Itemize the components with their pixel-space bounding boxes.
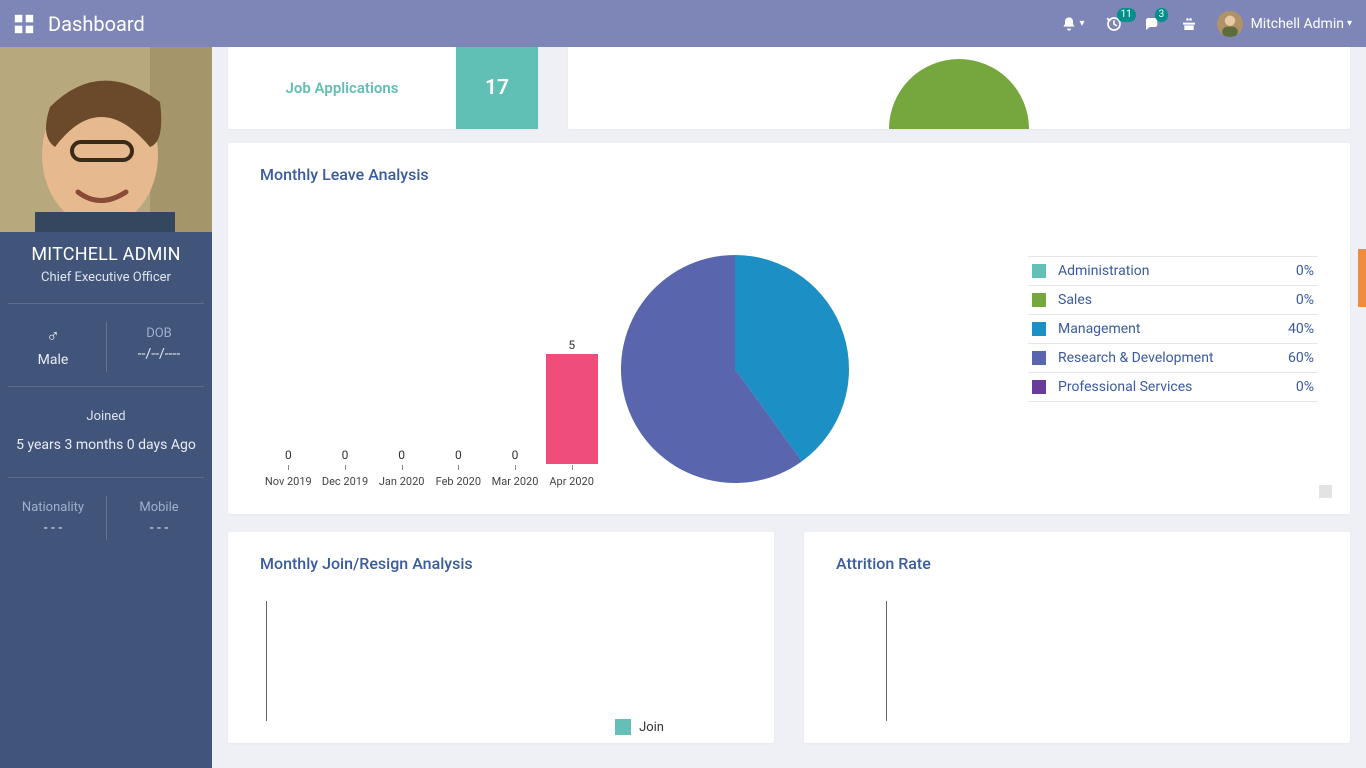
profile-name: MITCHELL ADMIN [0,244,212,265]
notifications-button[interactable]: ▾ [1061,16,1085,32]
bar-value: 0 [455,448,462,462]
bar-value: 5 [568,338,575,352]
main-layout: MITCHELL ADMIN Chief Executive Officer ♂… [0,47,1366,768]
legend-label: Sales [1058,292,1092,308]
stat-row: Job Applications 17 [228,47,1350,129]
gift-icon [1181,16,1197,32]
male-icon: ♂ [0,326,106,347]
bar-category: Mar 2020 [486,475,544,488]
legend-percent: 60% [1288,350,1314,366]
bar [546,354,598,464]
bottom-row: Monthly Join/Resign Analysis Join Attrit… [228,532,1350,743]
range-handle[interactable] [1358,249,1366,307]
legend-percent: 40% [1288,321,1314,337]
mobile-label: Mobile [106,500,212,515]
legend-swatch-icon [1032,264,1046,278]
bar-category: Nov 2019 [259,475,317,488]
legend-row[interactable]: Management 40% [1028,314,1318,343]
attrition-title: Attrition Rate [836,554,1318,573]
legend-row[interactable]: Sales 0% [1028,285,1318,314]
legend-label: Administration [1058,263,1149,279]
join-legend: Join [615,719,664,735]
nationality-value: - - - [0,520,106,536]
divider [8,303,204,304]
joined-block: Joined 5 years 3 months 0 days Ago [0,409,212,459]
leave-analysis-card: Monthly Leave Analysis Nov 2019Dec 2019J… [228,143,1350,514]
profile-info-row: ♂ Male DOB --/--/---- [0,326,212,368]
legend-swatch-icon [1032,351,1046,365]
content-area[interactable]: Job Applications 17 Monthly Leave Analys… [212,47,1366,768]
join-resign-card: Monthly Join/Resign Analysis Join [228,532,774,743]
avatar-icon [1217,11,1243,37]
join-resign-chart [266,601,742,721]
job-applications-label: Job Applications [228,47,456,129]
topnav: Dashboard ▾ 11 3 Mitchell Admin ▾ [0,0,1366,47]
profile-role: Chief Executive Officer [0,270,212,285]
chat-badge: 3 [1155,8,1169,22]
user-menu-label: Mitchell Admin [1251,16,1344,32]
page-title: Dashboard [48,12,145,36]
legend-label: Professional Services [1058,379,1192,395]
dob-cell: DOB --/--/---- [106,326,212,368]
joined-label: Joined [0,409,212,424]
mobile-value: - - - [106,520,212,536]
leave-pie-chart [620,254,850,484]
leave-body: Nov 2019Dec 2019Jan 2020Feb 2020Mar 2020… [260,244,1318,494]
bar-category: Feb 2020 [429,475,487,488]
legend-swatch-icon [1032,380,1046,394]
legend-row[interactable]: Research & Development 60% [1028,343,1318,372]
bell-icon [1061,16,1077,32]
nationality-cell: Nationality - - - [0,500,106,536]
leave-section-title: Monthly Leave Analysis [260,165,1318,184]
divider [8,477,204,478]
bar-value: 0 [398,448,405,462]
apps-icon[interactable] [14,14,34,34]
dob-label: DOB [106,326,212,341]
gender-value: Male [0,352,106,368]
leave-legend: Administration 0% Sales 0% Management 40% Rese… [1028,256,1318,402]
pie-icon [889,59,1029,129]
activity-badge: 11 [1117,8,1136,22]
bar-category: Dec 2019 [316,475,374,488]
gift-button[interactable] [1181,16,1197,32]
join-resign-title: Monthly Join/Resign Analysis [260,554,742,573]
bar-category: Jan 2020 [373,475,431,488]
caret-down-icon: ▾ [1347,18,1352,29]
legend-row[interactable]: Professional Services 0% [1028,372,1318,402]
bar-category: Apr 2020 [543,475,601,488]
legend-row[interactable]: Administration 0% [1028,256,1318,285]
attrition-chart [886,601,1318,721]
profile-info-row: Nationality - - - Mobile - - - [0,500,212,536]
mobile-cell: Mobile - - - [106,500,212,536]
legend-swatch-icon [1032,293,1046,307]
divider [8,386,204,387]
caret-down-icon: ▾ [1080,18,1085,29]
job-applications-value: 17 [456,47,538,129]
user-menu[interactable]: Mitchell Admin ▾ [1217,11,1352,37]
legend-toggle-icon[interactable] [1319,485,1332,498]
attrition-card: Attrition Rate [804,532,1350,743]
messages-button[interactable]: 3 [1143,15,1161,33]
legend-percent: 0% [1296,379,1314,395]
legend-label: Management [1058,321,1140,337]
legend-swatch-icon [1032,322,1046,336]
gender-cell: ♂ Male [0,326,106,368]
dob-value: --/--/---- [106,346,212,362]
joined-value: 5 years 3 months 0 days Ago [0,432,212,459]
profile-photo [0,47,212,232]
leave-bar-chart: Nov 2019Dec 2019Jan 2020Feb 2020Mar 2020… [260,244,600,494]
legend-percent: 0% [1296,263,1314,279]
join-legend-label: Join [639,720,664,735]
legend-percent: 0% [1296,292,1314,308]
join-swatch-icon [615,719,631,735]
job-applications-card[interactable]: Job Applications 17 [228,47,538,129]
activity-button[interactable]: 11 [1105,15,1123,33]
top-pie-card [568,47,1350,129]
bar-value: 0 [512,448,519,462]
nationality-label: Nationality [0,500,106,515]
bar-value: 0 [342,448,349,462]
bar-value: 0 [285,448,292,462]
legend-label: Research & Development [1058,350,1214,366]
sidebar: MITCHELL ADMIN Chief Executive Officer ♂… [0,47,212,768]
